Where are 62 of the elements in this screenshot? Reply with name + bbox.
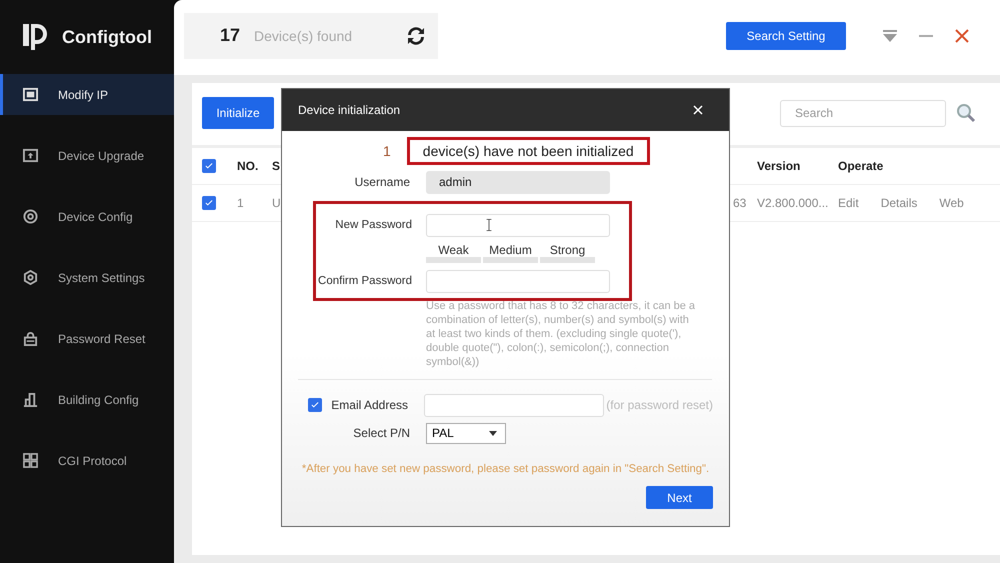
strength-bar: Strong — [540, 243, 595, 263]
password-field[interactable] — [426, 214, 610, 236]
checkbox[interactable] — [308, 398, 322, 412]
sidebar-item[interactable]: Password Reset — [0, 318, 174, 359]
field-note: (for password reset) — [606, 398, 713, 412]
strength-bar: Medium — [483, 243, 538, 263]
field-label: New Password — [334, 219, 413, 231]
email-field[interactable] — [424, 394, 604, 416]
search-setting-button[interactable]: Search Setting — [726, 22, 846, 50]
search-field[interactable]: Search — [780, 100, 946, 126]
caret-icon — [489, 430, 497, 436]
field-label: Username — [354, 175, 411, 189]
device-count: 1 — [383, 143, 391, 159]
table-cell-text: V2.800.000... — [757, 196, 830, 210]
minimize-icon[interactable] — [919, 34, 933, 36]
check-icon — [204, 161, 214, 171]
dialog-title: Device initialization — [298, 103, 400, 117]
device-count: 17 — [220, 25, 240, 46]
field-label: Email Address — [330, 398, 409, 412]
column-header: NO. — [237, 159, 260, 173]
dropdown-icon[interactable] — [883, 30, 897, 42]
screen-icon — [23, 87, 38, 102]
sidebar-item[interactable]: Device Upgrade — [0, 135, 174, 176]
search-icon[interactable] — [956, 103, 976, 123]
table-cell-text: U — [272, 196, 282, 210]
sidebar-item[interactable]: Modify IP — [0, 74, 174, 115]
checkbox[interactable] — [202, 159, 216, 173]
notice-text: device(s) have not been initialized — [406, 137, 650, 165]
next-button[interactable]: Next — [646, 486, 713, 509]
table-cell-text: 63 — [733, 196, 748, 210]
text-cursor-icon — [485, 218, 493, 232]
sidebar-item[interactable]: CGI Protocol — [0, 440, 174, 481]
sidebar-item[interactable]: Device Config — [0, 196, 174, 237]
column-header: Version — [757, 159, 802, 173]
check-icon — [310, 400, 320, 410]
field-label: Confirm Password — [317, 275, 413, 287]
strength-bar: Weak — [426, 243, 481, 263]
column-header: Operate — [838, 159, 884, 173]
operation-link[interactable]: Details — [880, 196, 918, 210]
username-field: admin — [426, 170, 610, 194]
column-header: S — [272, 159, 282, 173]
lock-icon — [23, 331, 38, 346]
sidebar-item[interactable]: Building Config — [0, 379, 174, 420]
warning-text: *After you have set new password, please set password again in "Search Setting". — [300, 462, 710, 476]
upload-icon — [23, 148, 38, 163]
operation-link[interactable]: Web — [939, 196, 964, 210]
bar-chart-icon — [23, 392, 38, 407]
table-cell-text: 1 — [237, 196, 245, 210]
app-name: Configtool — [62, 26, 152, 48]
pn-select[interactable]: PAL — [426, 422, 506, 444]
operation-link[interactable]: Edit — [838, 196, 859, 210]
check-icon — [204, 198, 214, 208]
initialize-button[interactable]: Initialize — [202, 97, 274, 129]
device-count-label: Device(s) found — [254, 28, 354, 44]
field-label: Select P/N — [352, 426, 411, 440]
password-hint: Use a password that has 8 to 32 characters, it can be a combination of letter(s), number(s) and symbol(s) with at least two kinds of them. (excluding single quote('), double quote("), colon(:), semicolon(;), connection symbol(&)) — [426, 299, 696, 369]
target-icon — [23, 209, 38, 224]
grid-icon — [23, 453, 38, 468]
hexagon-icon — [23, 270, 38, 285]
checkbox[interactable] — [202, 196, 216, 210]
sidebar-item[interactable]: System Settings — [0, 257, 174, 298]
password-field[interactable] — [426, 270, 610, 292]
